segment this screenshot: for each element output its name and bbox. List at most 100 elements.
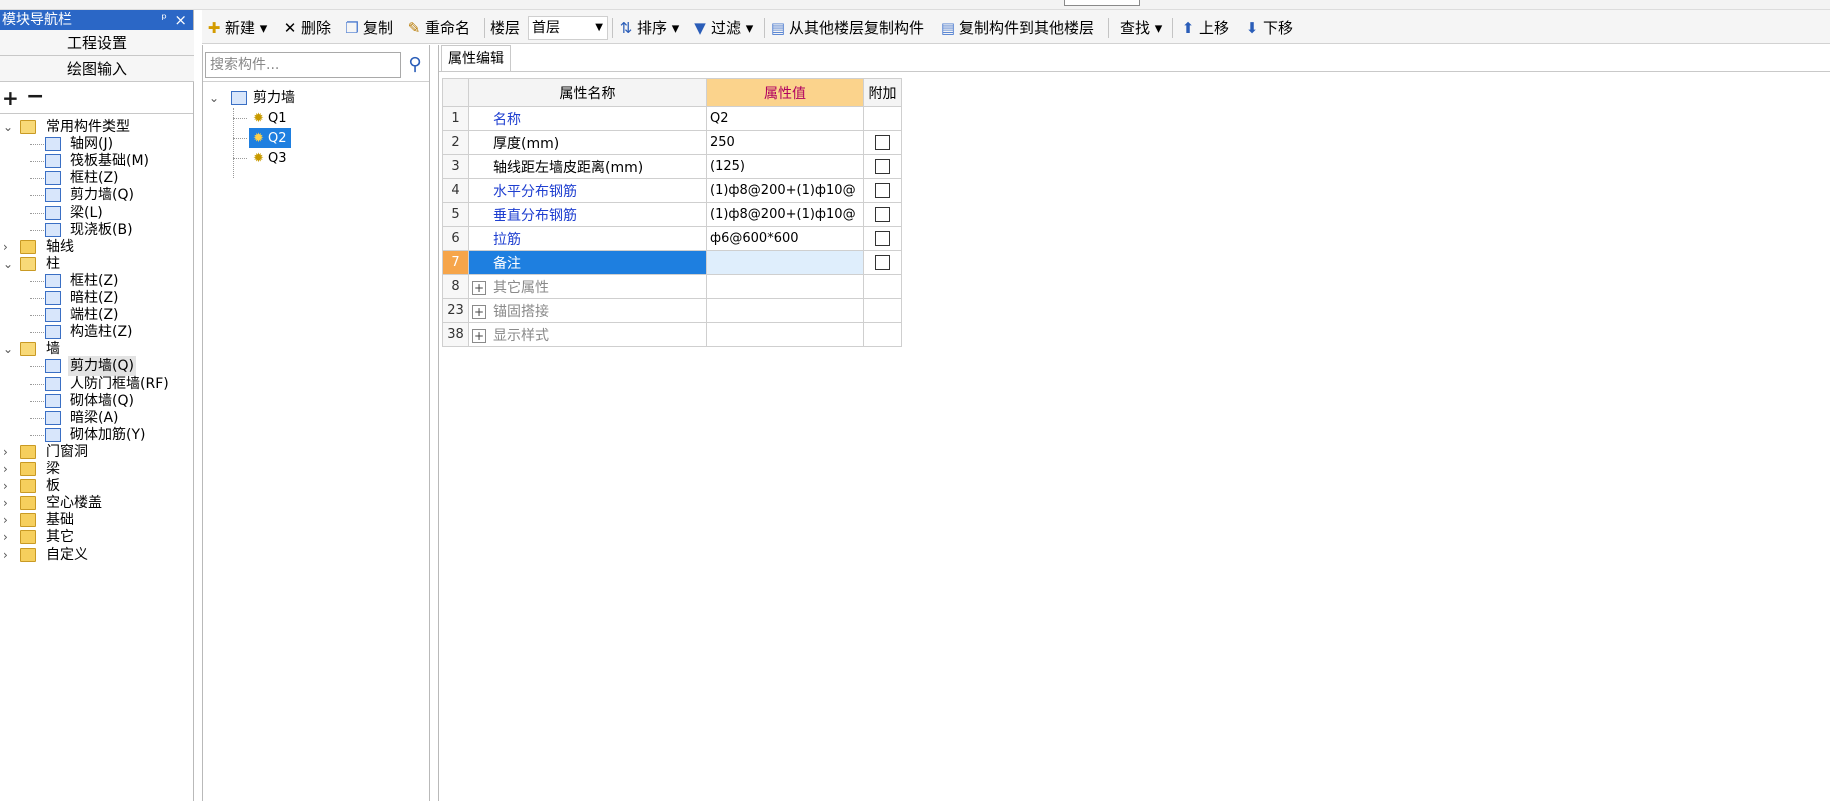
copy-from-floor-button[interactable]: ▤ 从其他楼层复制构件 (770, 18, 924, 38)
tree-line (233, 138, 247, 139)
copy-button[interactable]: ❐ 复制 (344, 18, 393, 38)
extra-checkbox[interactable] (875, 255, 890, 270)
property-row[interactable]: 8 + 其它属性 (442, 274, 902, 299)
tree-line (30, 383, 44, 385)
property-name-label: 拉筋 (493, 231, 521, 248)
component-icon (45, 376, 61, 391)
expand-icon[interactable]: + (472, 304, 486, 319)
property-row[interactable]: 6 拉筋 ф6@600*600 (442, 226, 902, 251)
property-name[interactable]: + 锚固搭接 (468, 298, 707, 323)
filter-button[interactable]: ▼ 过滤 ▾ (692, 18, 753, 38)
tree-line (233, 118, 247, 119)
property-name-label: 名称 (493, 111, 521, 128)
property-name[interactable]: 拉筋 (468, 226, 707, 251)
property-name-label: 轴线距左墙皮距离(mm) (493, 159, 644, 176)
rename-button[interactable]: ✎ 重命名 (406, 18, 470, 38)
pin-icon[interactable]: ᵖ (161, 10, 167, 30)
component-icon (45, 359, 61, 374)
folder-icon (20, 239, 36, 254)
property-name[interactable]: + 其它属性 (468, 274, 707, 299)
expand-icon[interactable]: + (472, 280, 486, 295)
folder-icon (20, 547, 36, 562)
property-name[interactable]: + 显示样式 (468, 322, 707, 347)
property-value[interactable]: 250 (706, 130, 864, 155)
property-extra (863, 250, 902, 275)
folder-icon (20, 256, 36, 271)
property-extra (863, 106, 902, 131)
property-value[interactable] (706, 274, 864, 299)
extra-checkbox[interactable] (875, 207, 890, 222)
property-row[interactable]: 23 + 锚固搭接 (442, 298, 902, 323)
tree-line (30, 280, 44, 282)
property-row[interactable]: 7 备注 (442, 250, 902, 275)
rename-label: 重命名 (425, 19, 471, 37)
chevron-right-icon[interactable]: › (3, 545, 17, 565)
property-value[interactable]: (1)ф8@200+(1)ф10@ (706, 202, 864, 227)
property-row[interactable]: 5 垂直分布钢筋 (1)ф8@200+(1)ф10@ (442, 202, 902, 227)
property-extra (863, 202, 902, 227)
gear-icon: ✹ (253, 111, 264, 126)
find-button[interactable]: 查找 ▾ (1120, 18, 1162, 38)
folder-icon (20, 120, 36, 134)
property-row[interactable]: 3 轴线距左墙皮距离(mm) (125) (442, 154, 902, 179)
nav-folder[interactable]: › 自定义 (0, 545, 192, 565)
property-row[interactable]: 2 厚度(mm) 250 (442, 130, 902, 155)
property-value[interactable] (706, 322, 864, 347)
property-row[interactable]: 4 水平分布钢筋 (1)ф8@200+(1)ф10@ (442, 178, 902, 203)
tree-line (30, 229, 44, 231)
property-name[interactable]: 垂直分布钢筋 (468, 202, 707, 227)
new-button[interactable]: ✚ 新建 ▾ (206, 18, 268, 38)
property-name[interactable]: 名称 (468, 106, 707, 131)
extra-checkbox[interactable] (875, 159, 890, 174)
component-item[interactable]: ✹ Q2 (233, 128, 373, 148)
property-name[interactable]: 水平分布钢筋 (468, 178, 707, 203)
property-value[interactable]: Q2 (706, 106, 864, 131)
property-name[interactable]: 厚度(mm) (468, 130, 707, 155)
property-value[interactable]: (125) (706, 154, 864, 179)
component-icon (45, 410, 61, 425)
property-name[interactable]: 备注 (468, 250, 707, 275)
drawing-input-button[interactable]: 绘图输入 (0, 56, 194, 82)
component-tree-root[interactable]: ⌄ 剪力墙 (209, 88, 409, 108)
search-input[interactable]: 搜索构件... (205, 52, 401, 78)
copy-to-floor-button[interactable]: ▤ 复制构件到其他楼层 (940, 18, 1094, 38)
collapse-all-icon[interactable]: − (26, 84, 44, 109)
property-value[interactable] (706, 250, 864, 275)
delete-button[interactable]: ✕ 删除 (282, 18, 331, 38)
sort-button[interactable]: ⇅ 排序 ▾ (618, 18, 680, 38)
copy-icon: ❐ (345, 19, 359, 37)
extra-checkbox[interactable] (875, 135, 890, 150)
property-value[interactable]: ф6@600*600 (706, 226, 864, 251)
extra-checkbox[interactable] (875, 183, 890, 198)
tree-line (30, 332, 44, 334)
property-extra (863, 298, 902, 323)
property-name[interactable]: 轴线距左墙皮距离(mm) (468, 154, 707, 179)
property-row[interactable]: 1 名称 Q2 (442, 106, 902, 131)
close-icon[interactable]: × (174, 10, 187, 30)
property-value[interactable]: (1)ф8@200+(1)ф10@ (706, 178, 864, 203)
component-item[interactable]: ✹ Q1 (233, 108, 373, 128)
row-number: 6 (442, 226, 469, 251)
tree-line (30, 366, 44, 368)
component-item[interactable]: ✹ Q3 (233, 148, 373, 168)
floor-select[interactable]: 首层 ▼ (528, 16, 608, 40)
component-list-panel: 搜索构件... ⚲ ⌄ 剪力墙 ✹ Q1 ✹ Q2 ✹ Q3 (202, 45, 430, 801)
row-number: 4 (442, 178, 469, 203)
expand-all-icon[interactable]: + (2, 86, 19, 110)
move-up-button[interactable]: ⬆ 上移 (1180, 18, 1229, 38)
chevron-down-icon[interactable]: ⌄ (209, 88, 223, 108)
property-value[interactable] (706, 298, 864, 323)
property-row[interactable]: 38 + 显示样式 (442, 322, 902, 347)
tab-property-edit[interactable]: 属性编辑 (441, 45, 511, 71)
rename-icon: ✎ (407, 19, 421, 37)
gear-icon: ✹ (253, 151, 264, 166)
search-icon[interactable]: ⚲ (401, 52, 429, 78)
grid-body: 1 名称 Q2 2 厚度(mm) 250 3 轴线距左墙皮距离(mm) (125) 4 水平分布钢筋… (442, 106, 902, 347)
expand-icon[interactable]: + (472, 328, 486, 343)
component-icon (45, 325, 61, 340)
move-down-button[interactable]: ⬇ 下移 (1244, 18, 1293, 38)
toolbar-separator (764, 18, 765, 38)
copy-from-floor-label: 从其他楼层复制构件 (789, 19, 925, 37)
extra-checkbox[interactable] (875, 231, 890, 246)
project-settings-button[interactable]: 工程设置 (0, 30, 194, 56)
